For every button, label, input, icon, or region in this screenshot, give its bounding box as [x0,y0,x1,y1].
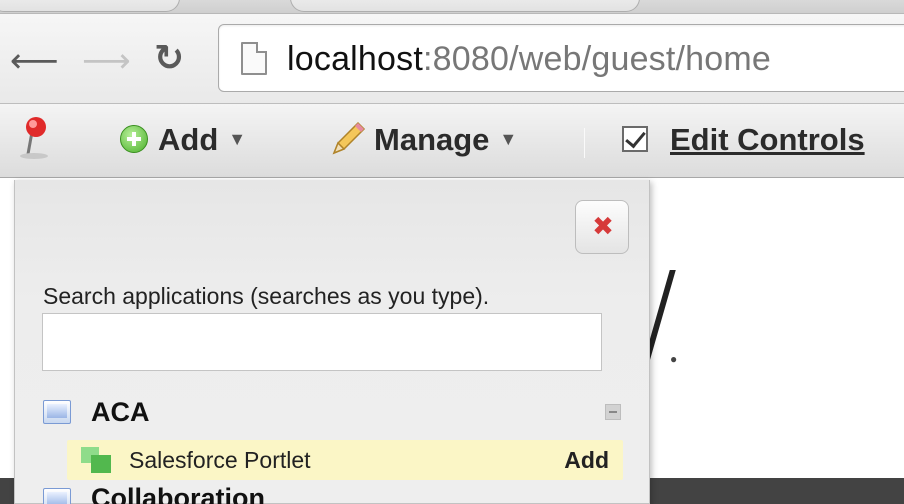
url-text[interactable]: localhost:8080/web/guest/home [287,39,771,79]
chevron-down-icon: ▼ [499,128,518,149]
folder-icon [43,400,71,424]
close-button[interactable]: ✖ [575,200,629,254]
collapse-icon[interactable] [605,404,621,420]
dockbar: Add ▼ Manage ▼ Edit Controls [0,104,904,178]
list-item[interactable]: Salesforce Portlet Add [67,440,623,480]
close-icon: ✖ [592,212,614,242]
reload-icon[interactable]: ↻ [154,41,184,77]
url-host: localhost [287,40,423,78]
add-application-panel: ✖ Search applications (searches as you t… [14,180,650,504]
add-menu-button[interactable]: Add ▼ [120,122,246,158]
browser-toolbar: ⟵ ⟶ ↻ localhost:8080/web/guest/home [0,14,904,104]
add-app-link[interactable]: Add [564,440,609,480]
page-icon [241,42,267,75]
browser-tab[interactable] [290,0,640,12]
pencil-icon [332,121,366,155]
edit-controls-label[interactable]: Edit Controls [670,122,865,157]
folder-icon [43,488,71,504]
address-bar[interactable]: localhost:8080/web/guest/home [218,24,904,92]
dockbar-separator [584,128,585,158]
browser-tab[interactable] [0,0,180,12]
browser-tab-strip [0,0,904,14]
url-path: :8080/web/guest/home [423,40,772,78]
edit-controls-toggle[interactable]: Edit Controls [622,122,865,158]
pin-icon[interactable] [20,114,60,160]
back-arrow-icon[interactable]: ⟵ [10,44,59,78]
chevron-down-icon: ▼ [228,128,247,149]
portlet-icon [81,447,111,473]
app-label[interactable]: Salesforce Portlet [129,440,311,480]
registered-mark-icon: ● [670,352,678,366]
category-title: Collaboration [91,483,265,504]
forward-arrow-icon[interactable]: ⟶ [82,44,131,78]
manage-label: Manage [374,122,490,157]
category-title: ACA [91,397,150,427]
add-icon [120,124,148,153]
category-header-collaboration[interactable]: Collaboration [43,482,623,504]
category-header-aca[interactable]: ACA [43,394,623,430]
add-label: Add [158,122,219,157]
checkbox-icon[interactable] [622,125,648,152]
search-label: Search applications (searches as you typ… [43,283,490,309]
search-input[interactable] [42,313,602,371]
manage-menu-button[interactable]: Manage ▼ [328,121,518,158]
